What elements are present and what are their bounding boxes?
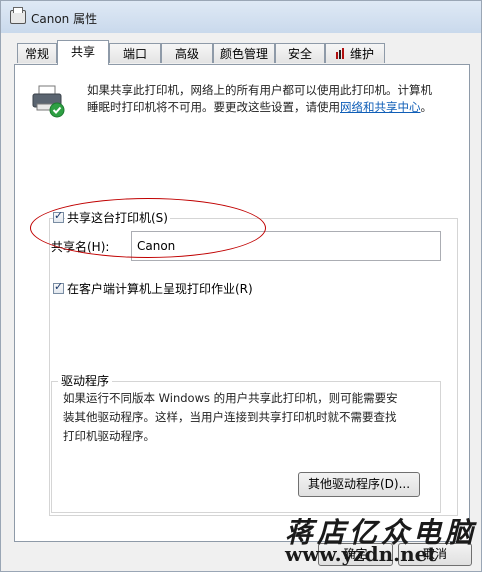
other-drivers-button[interactable]: 其他驱动程序(D)... <box>298 472 420 497</box>
render-jobs-checkbox[interactable] <box>53 280 64 294</box>
tab-maintenance[interactable]: 维护 <box>325 43 385 63</box>
tab-ports[interactable]: 端口 <box>109 43 161 63</box>
sharing-info-text: 如果共享此打印机，网络上的所有用户都可以使用此打印机。计算机 睡眠时打印机将不可… <box>87 82 457 116</box>
sharing-info-line1: 如果共享此打印机，网络上的所有用户都可以使用此打印机。计算机 <box>87 83 432 97</box>
watermark-url: www.yzdn.net <box>285 542 437 566</box>
tab-general[interactable]: 常规 <box>17 43 57 63</box>
sharing-info-line2: 睡眠时打印机将不可用。要更改这些设置，请使用 <box>87 100 340 114</box>
printer-icon-small <box>10 7 26 24</box>
window-title: Canon 属性 <box>31 12 98 26</box>
network-sharing-center-link[interactable]: 网络和共享中心 <box>340 100 421 114</box>
tab-security[interactable]: 安全 <box>275 43 325 63</box>
tab-maintenance-label: 维护 <box>349 47 374 61</box>
highlight-oval <box>30 198 266 258</box>
drivers-text-line3: 打印机驱动程序。 <box>63 429 155 443</box>
tab-color-management[interactable]: 颜色管理 <box>213 43 275 63</box>
tab-sharing[interactable]: 共享 <box>57 40 109 65</box>
drivers-text-line2: 装其他驱动程序。这样，当用户连接到共享打印机时就不需要查找 <box>63 410 397 424</box>
render-jobs-label[interactable]: 在客户端计算机上呈现打印作业(R) <box>67 280 253 297</box>
sharing-info-line2-end: 。 <box>420 100 433 114</box>
drivers-text-line1: 如果运行不同版本 Windows 的用户共享此打印机，则可能需要安 <box>63 391 398 405</box>
tab-advanced[interactable]: 高级 <box>161 43 213 63</box>
shared-printer-icon <box>32 85 65 118</box>
drivers-description: 如果运行不同版本 Windows 的用户共享此打印机，则可能需要安 装其他驱动程… <box>63 389 433 446</box>
drivers-group-title: 驱动程序 <box>58 372 113 389</box>
maintenance-icon <box>335 48 344 59</box>
